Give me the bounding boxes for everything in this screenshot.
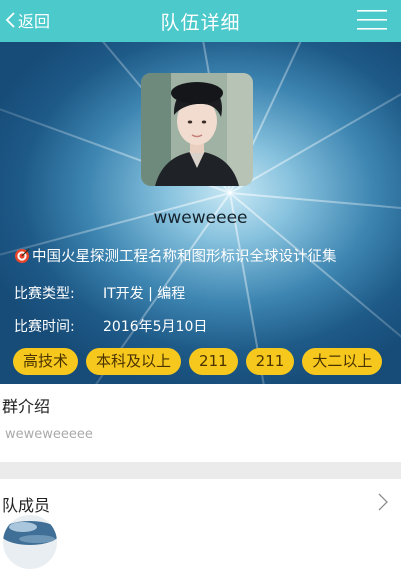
menu-icon[interactable] [357, 9, 387, 31]
contest-name-row: 中国火星探测工程名称和图形标识全球设计征集 [14, 245, 337, 266]
intro-text: weweweeeee [5, 427, 93, 442]
contest-name: 中国火星探测工程名称和图形标识全球设计征集 [32, 245, 337, 266]
tag: 211 [246, 348, 295, 375]
tag-list: 高技术 本科及以上 211 211 大二以上 [13, 348, 390, 375]
contest-time-value: 2016年5月10日 [103, 316, 207, 336]
team-name: wweweeee [0, 208, 401, 228]
tag: 大二以上 [302, 348, 382, 375]
members-title[interactable]: 队成员 [2, 492, 50, 516]
background-ray [230, 42, 401, 194]
team-header: wweweeee 中国火星探测工程名称和图形标识全球设计征集 比赛类型: IT开… [0, 42, 401, 384]
member-avatar[interactable] [3, 515, 57, 569]
chevron-right-icon[interactable] [378, 493, 388, 511]
team-avatar[interactable] [141, 73, 253, 186]
tag: 本科及以上 [86, 348, 181, 375]
intro-title: 群介绍 [2, 393, 50, 417]
tag: 211 [189, 348, 238, 375]
section-divider [0, 462, 401, 479]
background-ray [0, 192, 230, 282]
page-title: 队伍详细 [0, 8, 401, 35]
contest-type-label: 比赛类型: [14, 283, 75, 303]
tag: 高技术 [13, 348, 78, 375]
contest-type-value: IT开发 | 编程 [103, 283, 185, 303]
contest-time-label: 比赛时间: [14, 316, 75, 336]
nav-bar: 返回 队伍详细 [0, 0, 401, 42]
target-icon [14, 248, 30, 264]
